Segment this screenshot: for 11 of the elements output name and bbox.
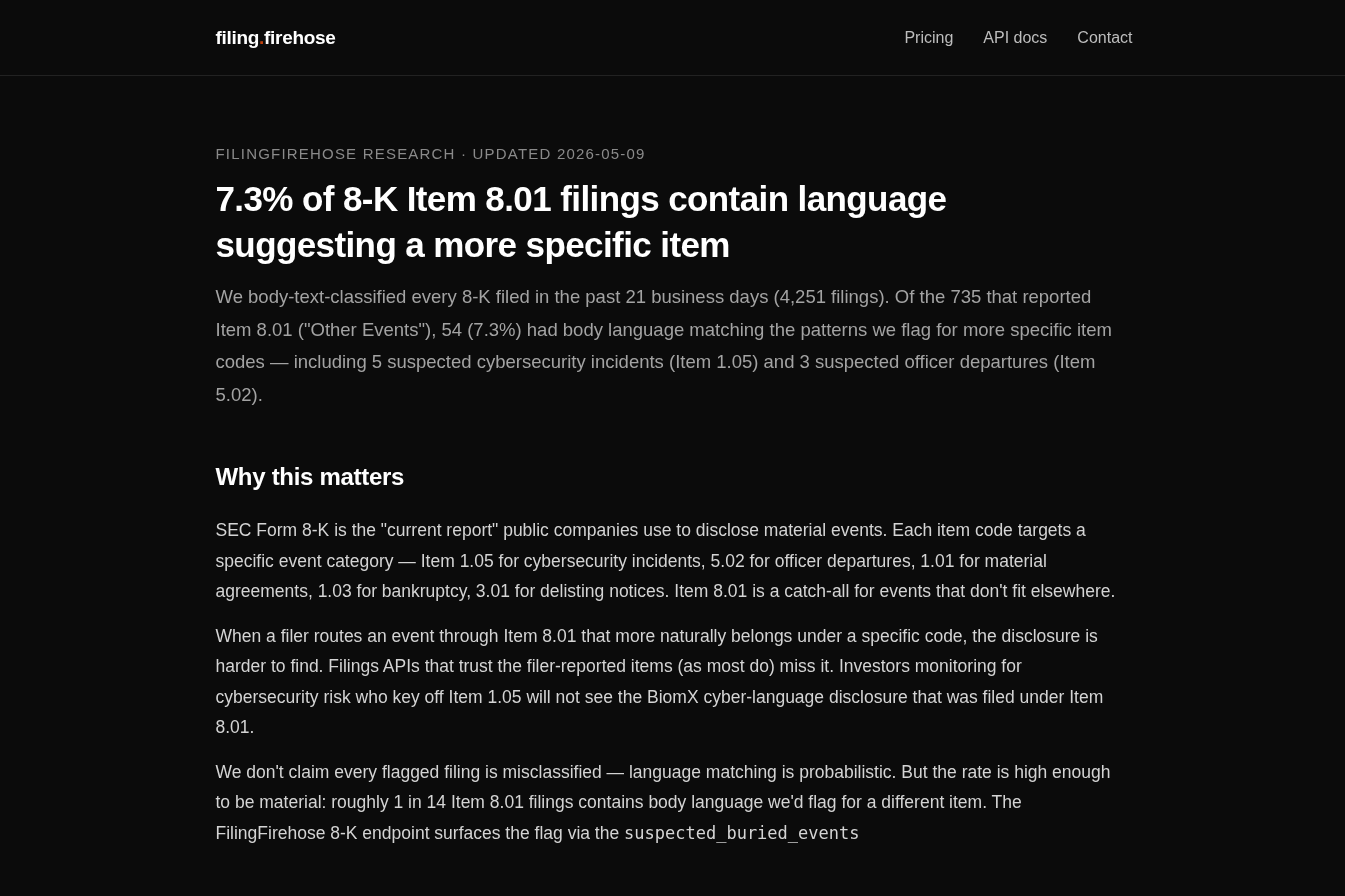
article-title: 7.3% of 8-K Item 8.01 filings contain language suggesting a more specific item — [215, 178, 948, 266]
nav-link[interactable]: Contact — [1077, 28, 1133, 47]
site-logo[interactable]: filing.firehose — [215, 26, 336, 49]
body-paragraph: SEC Form 8-K is the "current report" public companies use to disclose material events. Each item code targets a specific event category — Item 1.05 for cybersecurity incidents, 5.02 for officer departures, 1.01 for material agreements, 1.03 for bankruptcy, 3.01 for delisting notices. Item 8.01 is a catch-all for events that don't fit elsewhere. — [215, 519, 1117, 603]
article-meta: FILINGFIREHOSE RESEARCH · UPDATED 2026-05-09 — [215, 145, 647, 162]
section-heading: Why this matters — [215, 463, 406, 491]
body-paragraph: We don't claim every flagged filing is misclassified — language matching is probabilistic. But the rate is high enough to be material: roughly 1 in 14 Item 8.01 filings contains body language we'd flag for a different item. The FilingFirehose 8-K endpoint surfaces the flag via the suspected_buried_events — [215, 760, 1112, 845]
article-summary: We body-text-classified every 8-K filed in the past 21 business days (4,251 filings). Of the 735 that reported Item 8.01 ("Other Events"), 54 (7.3%) had body language matching the patterns we flag for more specific item codes — including 5 suspected cybersecurity incidents (Item 1.05) and 3 suspected officer departures (Item 5.02). — [215, 285, 1113, 407]
nav-link[interactable]: API docs — [983, 28, 1048, 47]
body-paragraph: When a filer routes an event through Item 8.01 that more naturally belongs under a specific code, the disclosure is harder to find. Filings APIs that trust the filer-reported items (as most do) miss it. Investors monitoring for cybersecurity risk who key off Item 1.05 will not see the BiomX cyber-language disclosure that was filed under Item 8.01. — [215, 624, 1105, 739]
nav-link[interactable]: Pricing — [904, 28, 954, 47]
